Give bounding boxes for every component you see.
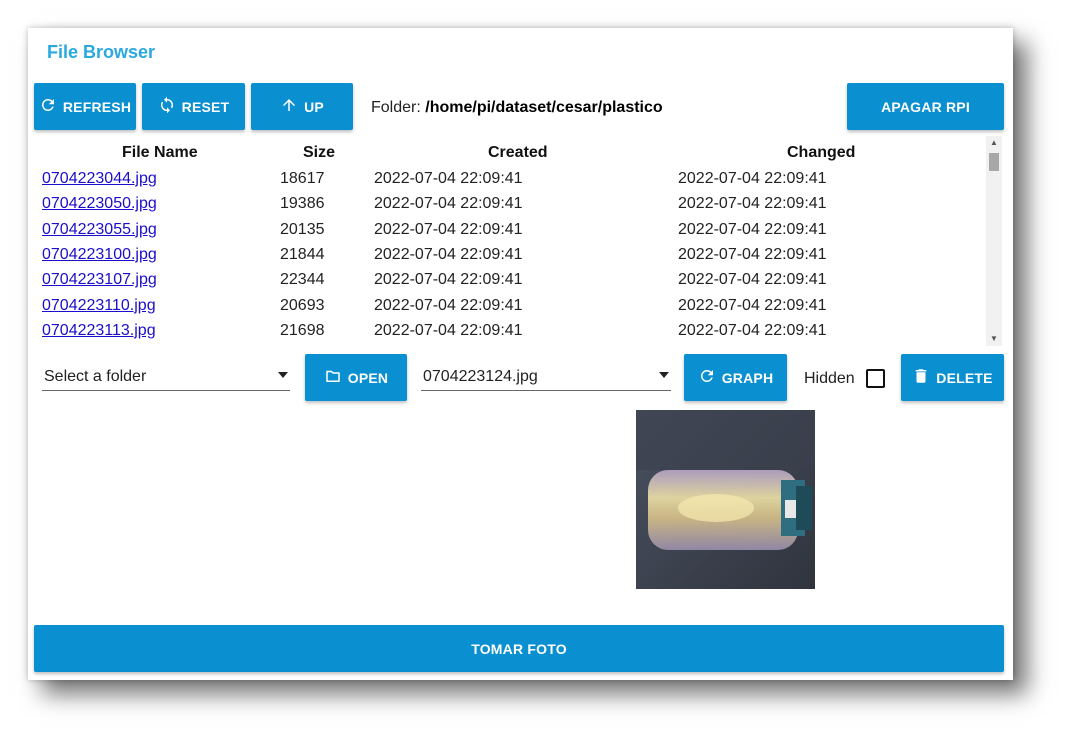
chevron-down-icon <box>659 372 669 378</box>
header-size: Size <box>303 144 336 161</box>
table-row: 0704223044.jpg 18617 2022-07-04 22:09:41 20… <box>35 170 985 195</box>
graph-label: GRAPH <box>721 369 774 386</box>
arrow-up-icon <box>280 96 298 117</box>
file-name-cell: 0704223110.jpg <box>42 297 156 315</box>
file-created: 2022-07-04 22:09:41 <box>374 271 523 289</box>
graph-button[interactable]: GRAPH <box>684 354 787 401</box>
reset-label: RESET <box>181 98 230 115</box>
file-name-link[interactable]: 0704223055.jpg <box>42 221 157 238</box>
file-name-cell: 0704223100.jpg <box>42 246 157 264</box>
refresh-icon <box>39 96 57 117</box>
up-button[interactable]: UP <box>251 83 353 130</box>
file-size: 20693 <box>280 296 325 314</box>
header-created: Created <box>488 144 548 161</box>
table-row: 0704223107.jpg 22344 2022-07-04 22:09:41 20… <box>35 271 985 296</box>
hidden-checkbox[interactable] <box>866 369 885 388</box>
open-label: OPEN <box>347 369 389 386</box>
file-size: 19386 <box>280 195 325 213</box>
sync-icon <box>158 96 176 117</box>
chevron-down-icon <box>278 372 288 378</box>
file-name-cell: 0704223055.jpg <box>42 221 157 239</box>
page-title: File Browser <box>47 42 156 62</box>
open-button[interactable]: OPEN <box>305 354 407 401</box>
file-changed: 2022-07-04 22:09:41 <box>678 220 827 238</box>
file-size: 21698 <box>280 321 325 339</box>
table-row: 0704223050.jpg 19386 2022-07-04 22:09:41 20… <box>35 195 985 220</box>
file-changed: 2022-07-04 22:09:41 <box>678 170 827 187</box>
file-select-value: 0704223124.jpg <box>423 368 538 385</box>
header-changed: Changed <box>787 144 856 161</box>
file-name-link[interactable]: 0704223100.jpg <box>42 246 157 263</box>
file-size: 18617 <box>280 170 325 187</box>
refresh-button[interactable]: REFRESH <box>34 83 136 130</box>
folder-prefix: Folder: <box>371 99 421 116</box>
tomar-foto-label: TOMAR FOTO <box>471 640 567 657</box>
refresh-icon <box>698 367 716 388</box>
header-file-name: File Name <box>122 144 198 161</box>
file-name-link[interactable]: 0704223044.jpg <box>42 170 157 187</box>
file-changed: 2022-07-04 22:09:41 <box>678 296 827 314</box>
table-scrollbar[interactable]: ▲ ▼ <box>986 136 1002 346</box>
file-name-link[interactable]: 0704223113.jpg <box>42 322 156 339</box>
image-preview <box>636 410 815 589</box>
folder-icon <box>324 367 342 388</box>
file-name-cell: 0704223107.jpg <box>42 271 157 289</box>
folder-path: /home/pi/dataset/cesar/plastico <box>425 99 663 116</box>
file-changed: 2022-07-04 22:09:41 <box>678 321 827 339</box>
trash-icon <box>912 367 930 388</box>
file-created: 2022-07-04 22:09:41 <box>374 220 523 238</box>
apagar-label: APAGAR RPI <box>881 98 970 115</box>
file-select[interactable]: 0704223124.jpg <box>421 364 671 391</box>
up-label: UP <box>304 98 324 115</box>
file-created: 2022-07-04 22:09:41 <box>374 170 523 187</box>
apagar-rpi-button[interactable]: APAGAR RPI <box>847 83 1004 130</box>
file-changed: 2022-07-04 22:09:41 <box>678 195 827 213</box>
file-name-cell: 0704223044.jpg <box>42 170 157 188</box>
file-size: 21844 <box>280 245 325 263</box>
folder-select[interactable]: Select a folder <box>42 364 290 391</box>
file-created: 2022-07-04 22:09:41 <box>374 321 523 339</box>
file-name-link[interactable]: 0704223050.jpg <box>42 195 157 212</box>
table-row: 0704223100.jpg 21844 2022-07-04 22:09:41 20… <box>35 246 985 271</box>
table-row: 0704223113.jpg 21698 2022-07-04 22:09:41 20… <box>35 322 985 347</box>
file-name-cell: 0704223113.jpg <box>42 322 156 340</box>
refresh-label: REFRESH <box>62 98 132 115</box>
table-row: 0704223110.jpg 20693 2022-07-04 22:09:41 20… <box>35 297 985 322</box>
file-size: 20135 <box>280 220 325 238</box>
scrollbar-thumb[interactable] <box>989 153 999 171</box>
folder-select-value: Select a folder <box>44 368 147 385</box>
file-table: File Name Size Created Changed 070422304… <box>35 138 1003 348</box>
delete-label: DELETE <box>936 369 993 386</box>
file-size: 22344 <box>280 271 325 289</box>
file-changed: 2022-07-04 22:09:41 <box>678 245 827 263</box>
file-name-cell: 0704223050.jpg <box>42 195 157 213</box>
tomar-foto-button[interactable]: TOMAR FOTO <box>34 625 1004 672</box>
table-header: File Name Size Created Changed <box>35 144 985 164</box>
hidden-label: Hidden <box>804 370 855 387</box>
scroll-down-arrow-icon[interactable]: ▼ <box>990 334 998 343</box>
scroll-up-arrow-icon[interactable]: ▲ <box>990 138 998 147</box>
file-created: 2022-07-04 22:09:41 <box>374 296 523 314</box>
table-row: 0704223055.jpg 20135 2022-07-04 22:09:41 20… <box>35 221 985 246</box>
file-name-link[interactable]: 0704223107.jpg <box>42 271 157 288</box>
reset-button[interactable]: RESET <box>142 83 245 130</box>
delete-button[interactable]: DELETE <box>901 354 1004 401</box>
file-browser-card: File Browser REFRESH RESET UP Folder: /h… <box>28 28 1013 680</box>
current-folder: Folder: /home/pi/dataset/cesar/plastico <box>371 99 663 117</box>
file-created: 2022-07-04 22:09:41 <box>374 245 523 263</box>
file-created: 2022-07-04 22:09:41 <box>374 195 523 213</box>
file-changed: 2022-07-04 22:09:41 <box>678 271 827 289</box>
file-name-link[interactable]: 0704223110.jpg <box>42 297 156 314</box>
